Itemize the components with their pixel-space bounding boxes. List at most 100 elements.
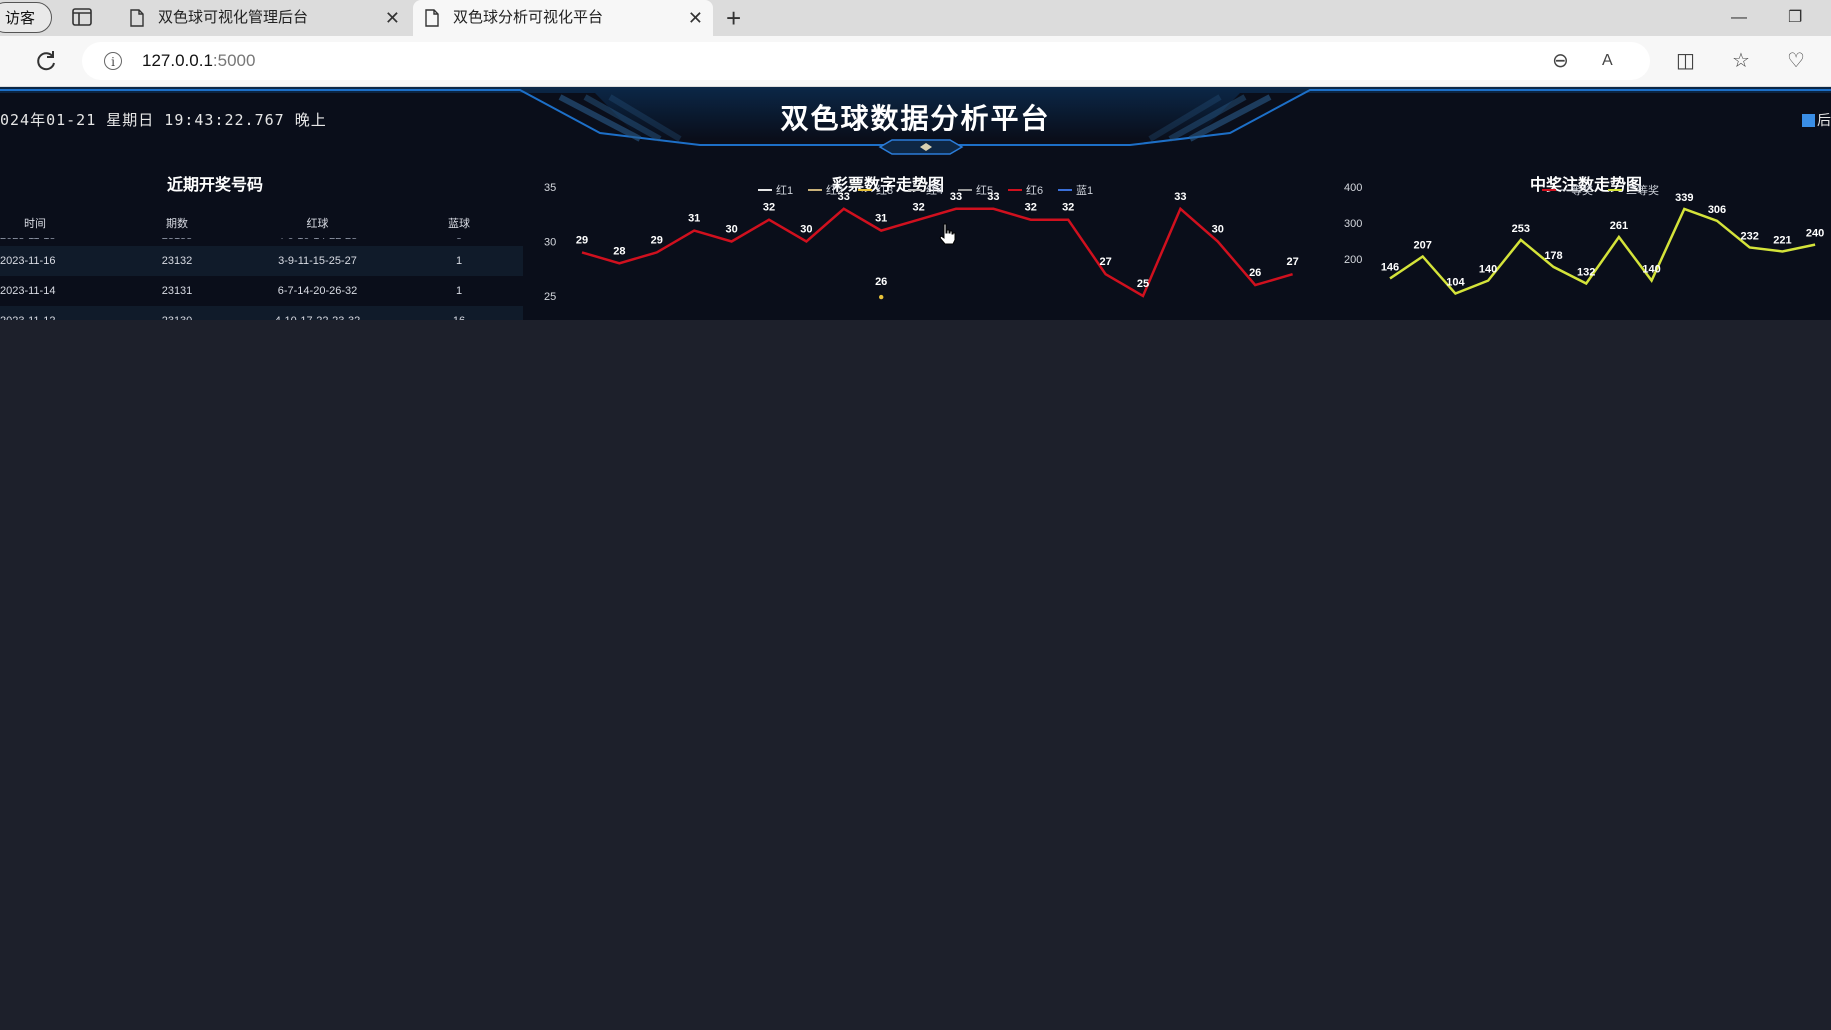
data-label: 31 — [688, 213, 700, 225]
data-label: 31 — [875, 213, 887, 225]
dashboard: 024年01-21 星期日 19:43:22.767 晚上 双色球数据分析平台 … — [0, 87, 1831, 320]
data-label: 232 — [1741, 230, 1759, 242]
guest-profile-button[interactable]: 访客 — [0, 2, 52, 33]
table-header: 时间 期数 红球 蓝球 — [0, 210, 523, 238]
data-label: 33 — [1174, 191, 1186, 203]
tab-label: 双色球可视化管理后台 — [158, 9, 309, 26]
column-header: 蓝球 — [448, 218, 470, 230]
data-label: 140 — [1642, 264, 1660, 276]
close-icon[interactable]: ✕ — [688, 0, 703, 36]
address-bar: i 127.0.0.1:5000 ⊖ A ◫ ☆ ♡ — [0, 36, 1831, 87]
browser-essentials-icon[interactable]: ♡ — [1787, 36, 1805, 86]
y-tick-label: 35 — [544, 182, 556, 194]
data-label: 207 — [1414, 239, 1432, 251]
cell-issue: 23132 — [161, 255, 193, 267]
hand-cursor-icon — [939, 223, 956, 245]
tab-admin[interactable]: 双色球可视化管理后台 ✕ — [118, 0, 410, 36]
data-label: 339 — [1675, 192, 1693, 204]
favorites-icon[interactable]: ☆ — [1732, 36, 1750, 86]
table-row: 2023-11-16 23132 3-9-11-15-25-27 1 — [0, 246, 523, 276]
y-tick-label: 300 — [1344, 218, 1362, 230]
data-label: 26 — [875, 276, 887, 288]
legend-item: 红1 — [776, 184, 793, 197]
panel-title-recent: 近期开奖号码 — [167, 177, 264, 194]
zoom-out-icon[interactable]: ⊖ — [1552, 36, 1569, 86]
url-box[interactable]: i 127.0.0.1:5000 ⊖ A — [82, 42, 1650, 80]
data-label: 33 — [838, 191, 850, 203]
cell-date: 2023-11-14 — [0, 285, 56, 297]
document-icon — [130, 9, 144, 27]
data-label: 221 — [1773, 234, 1791, 246]
data-label: 253 — [1512, 223, 1530, 235]
empty-content-area — [0, 320, 1831, 1030]
data-label: 146 — [1381, 261, 1399, 273]
cell-issue: 23130 — [130, 306, 224, 320]
data-label: 29 — [651, 234, 663, 246]
data-point — [879, 294, 884, 300]
tab-actions-icon[interactable] — [72, 8, 92, 26]
cell-blue: 16 — [430, 306, 488, 320]
split-screen-icon[interactable]: ◫ — [1676, 36, 1695, 86]
data-label: 32 — [912, 202, 924, 214]
data-label: 27 — [1286, 256, 1298, 268]
legend-item: 红6 — [1026, 184, 1043, 197]
data-label: 33 — [987, 191, 999, 203]
data-label: 30 — [725, 224, 737, 236]
cell-issue: 23131 — [161, 285, 193, 297]
data-label: 104 — [1446, 277, 1465, 289]
reload-icon[interactable] — [33, 48, 59, 74]
column-header: 期数 — [166, 218, 188, 230]
table-row-partial: 2023-11-18 23133 4-6-10-14-22-28 5 — [0, 238, 523, 246]
data-label: 25 — [1137, 278, 1149, 290]
y-tick-label: 400 — [1344, 182, 1362, 194]
read-aloud-icon[interactable]: A — [1602, 36, 1613, 86]
winner-count-chart[interactable]: 400 300 200 一等奖 二等奖 146 207 104 140 253 178 132 261 1… — [1330, 87, 1831, 320]
url-text[interactable]: 127.0.0.1:5000 — [142, 42, 255, 80]
cell-date: 2023-11-12 — [0, 306, 70, 320]
data-label: 132 — [1577, 266, 1595, 278]
data-label: 178 — [1544, 250, 1562, 262]
tab-label: 双色球分析可视化平台 — [453, 9, 604, 26]
tab-analysis-active[interactable]: 双色球分析可视化平台 ✕ — [413, 0, 713, 36]
column-header: 红球 — [306, 218, 329, 230]
data-label: 26 — [1249, 267, 1261, 279]
cell-blue: 1 — [455, 255, 463, 267]
table-row: 2023-11-12 23130 4-10-17-22-23-32 16 — [0, 306, 523, 320]
legend-item: 红3 — [876, 184, 893, 197]
new-tab-icon[interactable]: + — [726, 0, 741, 36]
data-label: 240 — [1806, 228, 1824, 240]
cell-date: 2023-11-16 — [0, 255, 56, 267]
data-label: 33 — [950, 191, 962, 203]
data-label: 32 — [1062, 202, 1074, 214]
y-tick-label: 30 — [544, 237, 556, 249]
info-icon[interactable]: i — [104, 52, 122, 70]
y-tick-label: 200 — [1344, 254, 1362, 266]
cell-blue: 1 — [455, 285, 463, 297]
legend-item: 一等奖 — [1560, 183, 1593, 197]
minimize-icon[interactable]: — — [1731, 0, 1747, 36]
column-header: 时间 — [24, 218, 46, 230]
legend-item: 二等奖 — [1626, 183, 1659, 197]
legend-item: 红4 — [926, 184, 943, 197]
data-label: 261 — [1610, 220, 1628, 232]
data-label: 30 — [800, 224, 812, 236]
table-row: 2023-11-14 23131 6-7-14-20-26-32 1 — [0, 276, 523, 306]
data-label: 27 — [1099, 256, 1111, 268]
data-label: 140 — [1479, 264, 1497, 276]
data-label: 32 — [1025, 202, 1037, 214]
browser-tab-bar: 访客 双色球可视化管理后台 ✕ 双色球分析可视化平台 ✕ + — ❐ — [0, 0, 1831, 36]
cell-red: 4-10-17-22-23-32 — [240, 306, 395, 320]
document-icon — [425, 9, 439, 27]
legend-item: 蓝1 — [1076, 184, 1093, 197]
close-icon[interactable]: ✕ — [385, 0, 400, 36]
restore-icon[interactable]: ❐ — [1788, 0, 1802, 36]
y-tick-label: 25 — [544, 291, 556, 303]
number-trend-chart[interactable]: 353025红1 红2 红3 红4 红5 红6 蓝129282931303230333132… — [530, 87, 1320, 320]
data-label: 28 — [613, 245, 625, 257]
data-label: 306 — [1708, 204, 1726, 216]
data-label: 30 — [1212, 224, 1224, 236]
data-label: 29 — [576, 234, 588, 246]
cell-red: 6-7-14-20-26-32 — [277, 285, 358, 297]
recent-draws-table: 时间 期数 红球 蓝球 2023-11-18 23133 4-6-10-14-2… — [0, 210, 523, 320]
cell-red: 3-9-11-15-25-27 — [278, 255, 357, 267]
